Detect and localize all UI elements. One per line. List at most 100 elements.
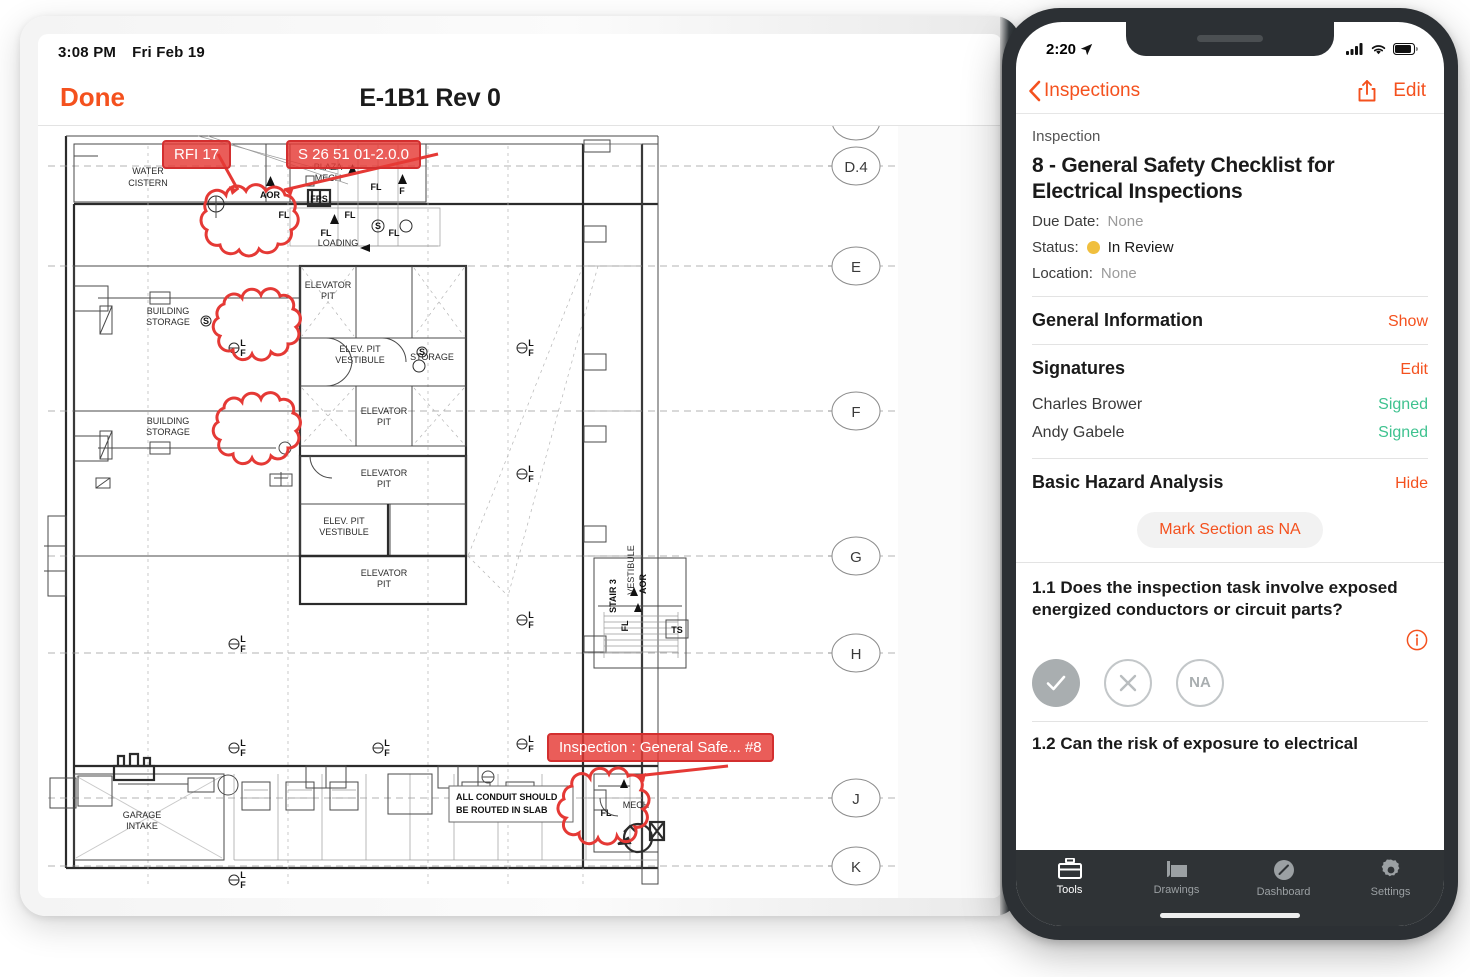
question-text: 1.1 Does the inspection task involve exp… <box>1032 578 1398 619</box>
due-date-label: Due Date: <box>1032 213 1100 231</box>
section-toggle-hide[interactable]: Hide <box>1395 475 1428 493</box>
section-title: Basic Hazard Analysis <box>1032 472 1224 493</box>
inspection-header: Inspection 8 - General Safety Checklist … <box>1016 128 1444 298</box>
signature-row[interactable]: Charles Brower Signed <box>1016 392 1444 420</box>
room-label: STAIR 3 <box>608 579 618 613</box>
floor-plan-svg: .ln { stroke:#4a4a4a; fill:none; stroke-… <box>38 126 1002 898</box>
svg-text:L: L <box>528 610 534 620</box>
section-signatures[interactable]: Signatures Edit <box>1016 345 1444 392</box>
status-label: Status: <box>1032 239 1079 257</box>
section-toggle-show[interactable]: Show <box>1388 313 1428 331</box>
markup-chip-inspection[interactable]: Inspection : General Safe... #8 <box>547 733 774 762</box>
room-label: ELEVATOR <box>361 468 408 478</box>
svg-text:L: L <box>528 734 534 744</box>
svg-text:L: L <box>384 738 390 748</box>
room-label: INTAKE <box>126 821 158 831</box>
room-label: VESTIBULE <box>626 545 636 595</box>
svg-text:F: F <box>851 404 860 421</box>
mark-section-na-button[interactable]: Mark Section as NA <box>1137 512 1323 549</box>
inspection-title: 8 - General Safety Checklist for Electri… <box>1032 154 1335 203</box>
svg-text:L: L <box>240 634 246 644</box>
room-label: PIT <box>321 291 336 301</box>
phone-device: 2:20 Inspections Edit Inspection 8 - Gen… <box>1002 8 1458 940</box>
home-indicator[interactable] <box>1160 913 1300 918</box>
cellular-bars-icon <box>1346 43 1363 55</box>
svg-text:F: F <box>528 474 534 484</box>
svg-text:H: H <box>851 646 862 663</box>
status-badge-dot <box>1086 241 1100 255</box>
answer-no-button[interactable] <box>1104 658 1152 707</box>
room-label: ELEVATOR <box>361 406 408 416</box>
status-row: Status: In Review <box>1032 239 1428 256</box>
svg-text:BE ROUTED IN SLAB: BE ROUTED IN SLAB <box>456 805 548 815</box>
mark-na-container: Mark Section as NA <box>1016 506 1444 562</box>
question-info-row <box>1032 629 1428 651</box>
gear-icon <box>1381 859 1399 877</box>
device-tag: FL <box>279 210 290 220</box>
room-label: ELEV. PIT <box>339 344 381 354</box>
location-arrow-icon <box>1080 43 1093 55</box>
back-button-label: Inspections <box>1044 79 1141 101</box>
tablet-status-date: Fri Feb 19 <box>132 43 205 61</box>
drawings-icon <box>1166 861 1187 877</box>
svg-text:L: L <box>528 338 534 348</box>
svg-text:E: E <box>851 259 861 276</box>
phone-screen: 2:20 Inspections Edit Inspection 8 - Gen… <box>1016 22 1444 926</box>
tablet-device: 3:08 PM Fri Feb 19 Done E-1B1 Rev 0 .ln … <box>20 16 1020 916</box>
device-tag: FL <box>389 228 400 238</box>
wifi-icon <box>1371 45 1386 55</box>
tablet-status-bar: 3:08 PM Fri Feb 19 <box>38 34 1002 70</box>
status-time: 2:20 <box>1046 40 1077 58</box>
svg-text:L: L <box>240 738 246 748</box>
inspection-eyebrow: Inspection <box>1032 128 1101 145</box>
svg-text:F: F <box>240 348 246 358</box>
tab-label: Settings <box>1370 886 1411 898</box>
check-icon <box>1046 675 1066 691</box>
answer-na-button[interactable]: NA <box>1176 658 1224 707</box>
answer-na-label: NA <box>1189 674 1211 692</box>
svg-text:L: L <box>240 870 246 880</box>
svg-text:F: F <box>240 644 246 654</box>
tab-drawings[interactable]: Drawings <box>1123 858 1230 896</box>
answer-yes-button[interactable] <box>1032 658 1080 707</box>
device-tag: FL <box>321 228 332 238</box>
tab-dashboard[interactable]: Dashboard <box>1230 858 1337 898</box>
room-label: CISTERN <box>128 178 168 188</box>
section-edit-signatures[interactable]: Edit <box>1400 361 1428 379</box>
inspection-detail-scroll[interactable]: Inspection 8 - General Safety Checklist … <box>1016 114 1444 850</box>
svg-text:D.4: D.4 <box>844 159 867 176</box>
back-button[interactable]: Inspections <box>1028 80 1140 102</box>
tab-label: Dashboard <box>1256 886 1311 898</box>
svg-text:L: L <box>240 338 246 348</box>
info-circle-icon[interactable] <box>1406 629 1428 651</box>
tab-tools[interactable]: Tools <box>1016 858 1123 896</box>
share-icon[interactable] <box>1357 79 1377 103</box>
device-tag: TS <box>671 625 683 635</box>
markup-chip-spec[interactable]: S 26 51 01-2.0.0 <box>286 140 421 169</box>
markup-chip-rfi[interactable]: RFI 17 <box>162 140 232 169</box>
svg-text:S: S <box>375 221 381 231</box>
room-label: STORAGE <box>146 427 190 437</box>
device-tag: FL <box>601 808 612 818</box>
toolbox-icon <box>1057 858 1082 879</box>
due-date-row: Due Date: None <box>1032 213 1428 230</box>
svg-text:F: F <box>384 748 390 758</box>
drawing-title: E-1B1 Rev 0 <box>359 84 501 112</box>
close-icon <box>1119 674 1137 691</box>
section-general-information[interactable]: General Information Show <box>1016 297 1444 344</box>
device-tag: FL <box>371 182 382 192</box>
room-label: ELEVATOR <box>305 280 352 290</box>
drawing-canvas[interactable]: .ln { stroke:#4a4a4a; fill:none; stroke-… <box>38 126 1002 898</box>
section-basic-hazard-analysis[interactable]: Basic Hazard Analysis Hide <box>1016 459 1444 506</box>
signature-row[interactable]: Andy Gabele Signed <box>1016 420 1444 448</box>
due-date-value: None <box>1107 213 1144 231</box>
svg-text:G: G <box>850 549 862 566</box>
room-label: PIT <box>377 417 392 427</box>
tab-settings[interactable]: Settings <box>1337 858 1444 898</box>
screenshot-root: 3:08 PM Fri Feb 19 Done E-1B1 Rev 0 .ln … <box>0 0 1470 977</box>
svg-text:J: J <box>852 791 860 808</box>
tab-label: Tools <box>1056 884 1083 896</box>
svg-text:F: F <box>240 748 246 758</box>
svg-text:F: F <box>528 744 534 754</box>
edit-button[interactable]: Edit <box>1393 80 1426 102</box>
